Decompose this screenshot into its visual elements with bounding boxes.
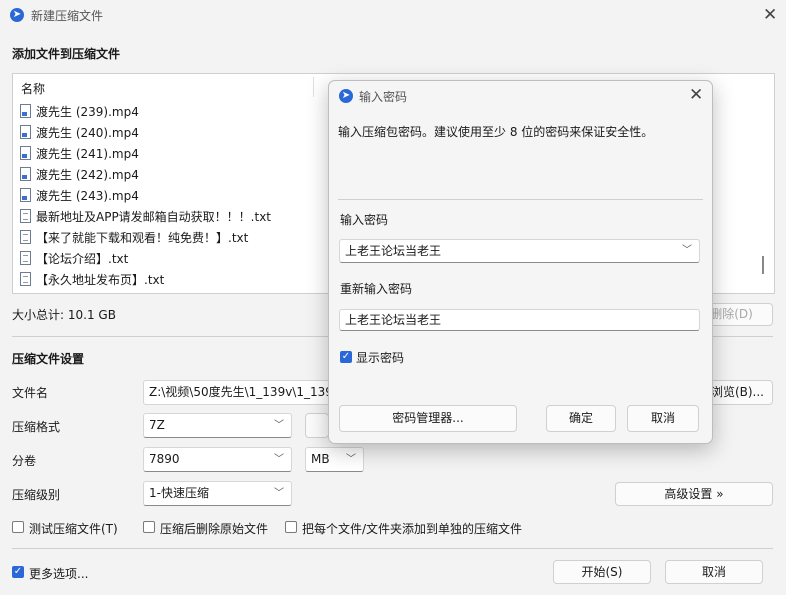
- list-item[interactable]: 渡先生 (239).mp4: [20, 102, 139, 123]
- format-label: 压缩格式: [12, 420, 61, 434]
- list-item[interactable]: 渡先生 (240).mp4: [20, 123, 139, 144]
- reenter-password-label: 重新输入密码: [340, 282, 413, 296]
- dialog-cancel-button[interactable]: 取消: [627, 405, 699, 432]
- list-item[interactable]: 渡先生 (243).mp4: [20, 186, 139, 207]
- volume-value: 7890: [149, 452, 180, 466]
- divider: [338, 199, 703, 200]
- dialog-title: 输入密码: [359, 90, 408, 104]
- dialog-description: 输入压缩包密码。建议使用至少 8 位的密码来保证安全性。: [338, 125, 654, 139]
- browse-button[interactable]: 浏览(B)...: [704, 380, 773, 405]
- chevron-down-icon: ﹀: [274, 420, 284, 431]
- password-combobox[interactable]: 上老王论坛当老王 ﹀: [339, 239, 700, 263]
- filename-label: 文件名: [12, 386, 49, 400]
- text-file-icon: [20, 230, 31, 244]
- divider: [12, 548, 773, 549]
- dialog-close-icon[interactable]: ✕: [689, 87, 703, 104]
- filename-field[interactable]: Z:\视频\50度先生\1_139v\1_139v: [143, 380, 335, 405]
- more-options-checkbox[interactable]: ✓: [12, 566, 24, 578]
- column-divider[interactable]: [313, 77, 314, 97]
- enter-password-label: 输入密码: [340, 213, 389, 227]
- video-file-icon: [20, 167, 31, 181]
- level-value: 1-快速压缩: [149, 486, 209, 500]
- files-section-title: 添加文件到压缩文件: [12, 47, 121, 61]
- format-select[interactable]: 7Z ﹀: [143, 413, 292, 438]
- app-logo-icon: ➤: [10, 8, 24, 22]
- video-file-icon: [20, 125, 31, 139]
- text-file-icon: [20, 209, 31, 223]
- list-item[interactable]: 【论坛介绍】.txt: [20, 249, 128, 270]
- advanced-settings-button[interactable]: 高级设置 »: [615, 482, 773, 506]
- level-select[interactable]: 1-快速压缩 ﹀: [143, 481, 292, 506]
- column-header-name[interactable]: 名称: [21, 80, 45, 97]
- chevron-down-icon: ﹀: [274, 488, 284, 499]
- file-name: 【永久地址发布页】.txt: [36, 273, 165, 287]
- dialog-logo-icon: ➤: [339, 89, 353, 103]
- file-name: 渡先生 (243).mp4: [36, 189, 139, 203]
- format-value: 7Z: [149, 418, 165, 432]
- more-options-label[interactable]: 更多选项...: [29, 565, 88, 582]
- ok-button[interactable]: 确定: [546, 405, 616, 432]
- delete-after-checkbox[interactable]: [143, 521, 155, 533]
- list-item[interactable]: 【来了就能下载和观看！纯免费！】.txt: [20, 228, 248, 249]
- show-password-label[interactable]: 显示密码: [356, 349, 404, 366]
- format-options-button[interactable]: [305, 413, 329, 438]
- password-manager-button[interactable]: 密码管理器...: [339, 405, 517, 432]
- file-name: 渡先生 (242).mp4: [36, 168, 139, 182]
- total-size: 大小总计: 10.1 GB: [12, 308, 116, 322]
- password-value: 上老王论坛当老王: [345, 244, 442, 258]
- start-button[interactable]: 开始(S): [553, 560, 651, 584]
- file-name: 渡先生 (241).mp4: [36, 147, 139, 161]
- file-name: 最新地址及APP请发邮箱自动获取！！！.txt: [36, 210, 272, 224]
- each-separate-checkbox[interactable]: [285, 521, 297, 533]
- text-file-icon: [20, 251, 31, 265]
- each-separate-label[interactable]: 把每个文件/文件夹添加到单独的压缩文件: [302, 520, 522, 537]
- test-archive-label[interactable]: 测试压缩文件(T): [29, 520, 118, 537]
- video-file-icon: [20, 146, 31, 160]
- window-title: 新建压缩文件: [31, 9, 104, 23]
- cancel-button[interactable]: 取消: [665, 560, 763, 584]
- reenter-password-field[interactable]: 上老王论坛当老王: [339, 309, 700, 331]
- chevron-down-icon: ﹀: [682, 245, 692, 256]
- list-scrollbar[interactable]: [762, 256, 764, 274]
- list-item[interactable]: 最新地址及APP请发邮箱自动获取！！！.txt: [20, 207, 271, 228]
- chevron-down-icon: ﹀: [346, 454, 356, 465]
- list-item[interactable]: 渡先生 (242).mp4: [20, 165, 139, 186]
- video-file-icon: [20, 104, 31, 118]
- video-file-icon: [20, 188, 31, 202]
- show-password-checkbox[interactable]: ✓: [340, 351, 352, 363]
- level-label: 压缩级别: [12, 488, 61, 502]
- file-name: 【来了就能下载和观看！纯免费！】.txt: [36, 231, 249, 245]
- volume-unit: MB: [311, 452, 330, 466]
- file-name: 【论坛介绍】.txt: [36, 252, 129, 266]
- delete-after-label[interactable]: 压缩后删除原始文件: [160, 520, 268, 537]
- volume-unit-select[interactable]: MB ﹀: [305, 447, 364, 472]
- volume-select[interactable]: 7890 ﹀: [143, 447, 292, 472]
- password-dialog: ➤ 输入密码 ✕ 输入压缩包密码。建议使用至少 8 位的密码来保证安全性。 输入…: [328, 80, 713, 444]
- list-item[interactable]: 【永久地址发布页】.txt: [20, 270, 164, 291]
- text-file-icon: [20, 272, 31, 286]
- list-item[interactable]: 渡先生 (241).mp4: [20, 144, 139, 165]
- test-archive-checkbox[interactable]: [12, 521, 24, 533]
- file-name: 渡先生 (240).mp4: [36, 126, 139, 140]
- settings-section-title: 压缩文件设置: [12, 352, 85, 366]
- volume-label: 分卷: [12, 454, 37, 468]
- chevron-down-icon: ﹀: [274, 454, 284, 465]
- file-name: 渡先生 (239).mp4: [36, 105, 139, 119]
- window-close-icon[interactable]: ✕: [763, 7, 777, 24]
